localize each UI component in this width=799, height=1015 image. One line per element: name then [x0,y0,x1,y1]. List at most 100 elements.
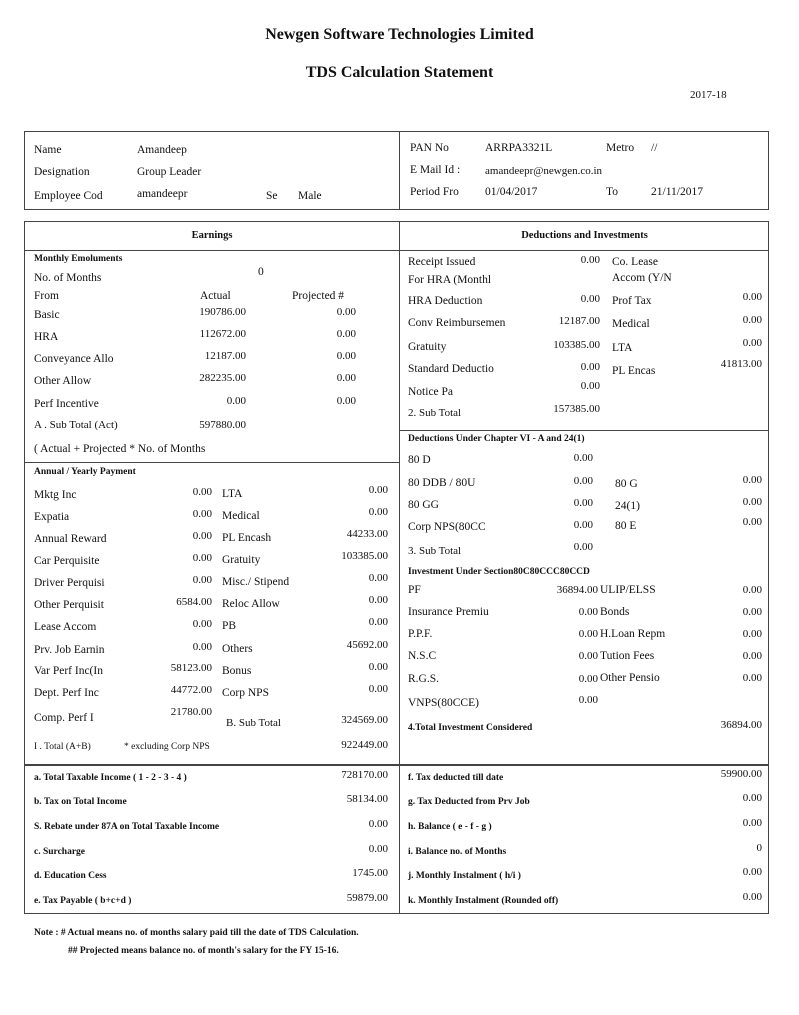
note-actual: Note : # Actual means no. of months sala… [34,928,359,938]
investment-left-value: 0.00 [578,606,598,618]
earning-actual-value: 282235.00 [199,372,246,384]
period-from-label: Period Fro [410,186,459,198]
pan-label: PAN No [410,142,449,154]
annual-right-value: 45692.00 [346,639,388,651]
earning-row-label: Basic [34,309,60,321]
chapter-left-label: 80 GG [408,499,439,511]
investment-left-label: VNPS(80CCE) [408,697,479,709]
annual-left-value: 21780.00 [170,706,212,718]
annual-right-value: 0.00 [368,683,388,695]
deduction-right-value: 0.00 [742,337,762,349]
summary-left-label: S. Rebate under 87A on Total Taxable Inc… [34,822,220,832]
earning-actual-value: 12187.00 [204,350,246,362]
investment-right-label: Other Pensio [600,672,660,684]
investment-left-value: 0.00 [578,694,598,706]
deduction-left-label: Notice Pa [408,386,454,398]
annual-right-label: Corp NPS [222,687,269,699]
annual-left-value: 0.00 [192,530,212,542]
investment-right-label: ULIP/ELSS [600,584,656,596]
deduction-left-label: For HRA (Monthl [408,274,492,286]
investment-left-value: 0.00 [578,673,598,685]
chapter-left-value: 0.00 [573,475,593,487]
annual-right-label: Reloc Allow [222,598,280,610]
deduction-right-label: Co. Lease [612,256,658,268]
total-label: I . Total (A+B) [34,742,91,752]
chapter-right-label: 80 G [615,478,638,490]
deductions-heading: Deductions and Investments [521,230,648,241]
subtotal-b-value: 324569.00 [341,714,388,726]
earning-row-label: Conveyance Allo [34,353,114,365]
total-value: 922449.00 [341,739,388,751]
investment-right-value: 0.00 [742,606,762,618]
chapter-right-label: 24(1) [615,500,640,512]
earning-projected-value: 0.00 [336,350,356,362]
chapter-right-value: 0.00 [742,516,762,528]
annual-left-label: Lease Accom [34,621,97,633]
annual-left-label: Comp. Perf I [34,712,94,724]
subtotal-2-value: 157385.00 [553,403,600,415]
deduction-left-value: 0.00 [580,380,600,392]
deduction-left-label: HRA Deduction [408,295,483,307]
summary-right-label: j. Monthly Instalment ( h/i ) [408,871,521,881]
annual-left-value: 44772.00 [170,684,212,696]
investment-right-label: Bonds [600,606,630,618]
summary-left-value: 59879.00 [346,892,388,904]
annual-left-label: Other Perquisit [34,599,104,611]
note-projected: ## Projected means balance no. of month'… [68,946,339,956]
chapter-heading: Deductions Under Chapter VI - A and 24(1… [408,434,585,444]
annual-left-label: Driver Perquisi [34,577,105,589]
annual-right-value: 0.00 [368,594,388,606]
total-investment-label: 4.Total Investment Considered [408,723,533,733]
chapter-right-value: 0.00 [742,474,762,486]
annual-heading: Annual / Yearly Payment [34,467,136,477]
deduction-right-label: Accom (Y/N [612,272,672,284]
metro-label: Metro [606,142,635,154]
investment-right-value: 0.00 [742,650,762,662]
summary-right-value: 0 [756,842,763,854]
summary-left-value: 0.00 [368,818,388,830]
annual-right-label: Others [222,643,253,655]
investment-left-label: P.P.F. [408,628,433,640]
period-from-value: 01/04/2017 [485,186,538,198]
earnings-deductions-box [24,221,769,766]
summary-right-value: 0.00 [742,817,762,829]
deduction-right-value: 0.00 [742,314,762,326]
investment-right-label: Tution Fees [600,650,655,662]
investment-heading: Investment Under Section80C80CCC80CCD [408,567,590,577]
summary-right-label: g. Tax Deducted from Prv Job [408,797,530,807]
months-label: No. of Months [34,272,102,284]
chapter-left-label: 80 D [408,454,431,466]
metro-value: // [651,142,658,154]
investment-left-value: 36894.00 [556,584,598,596]
deduction-right-label: LTA [612,342,633,354]
annual-right-label: Misc./ Stipend [222,576,290,588]
annual-left-value: 0.00 [192,552,212,564]
earnings-heading: Earnings [191,230,233,241]
deduction-right-label: Prof Tax [612,295,652,307]
summary-left-label: c. Surcharge [34,847,86,857]
investment-right-value: 0.00 [742,628,762,640]
sex-label: Se [266,190,278,202]
chapter-right-label: 80 E [615,520,637,532]
summary-left-label: a. Total Taxable Income ( 1 - 2 - 3 - 4 … [34,773,187,783]
investment-right-value: 0.00 [742,584,762,596]
deduction-left-value: 0.00 [580,293,600,305]
earning-projected-value: 0.00 [336,395,356,407]
earning-row-label: HRA [34,331,59,343]
deduction-left-label: Conv Reimbursemen [408,317,506,329]
summary-right-value: 0.00 [742,792,762,804]
subtotal-b-label: B. Sub Total [226,717,281,729]
annual-right-value: 0.00 [368,616,388,628]
earning-actual-value: 112672.00 [199,328,246,340]
subtotal-3-value: 0.00 [573,541,593,553]
months-value: 0 [258,266,264,278]
deduction-left-label: Gratuity [408,341,447,353]
annual-right-value: 103385.00 [341,550,388,562]
investment-left-value: 0.00 [578,650,598,662]
investment-left-label: Insurance Premiu [408,606,489,618]
total-note: * excluding Corp NPS [124,742,210,752]
earning-projected-value: 0.00 [336,372,356,384]
annual-right-label: Bonus [222,665,252,677]
tax-summary-box [24,764,769,914]
annual-right-label: PL Encash [222,532,272,544]
